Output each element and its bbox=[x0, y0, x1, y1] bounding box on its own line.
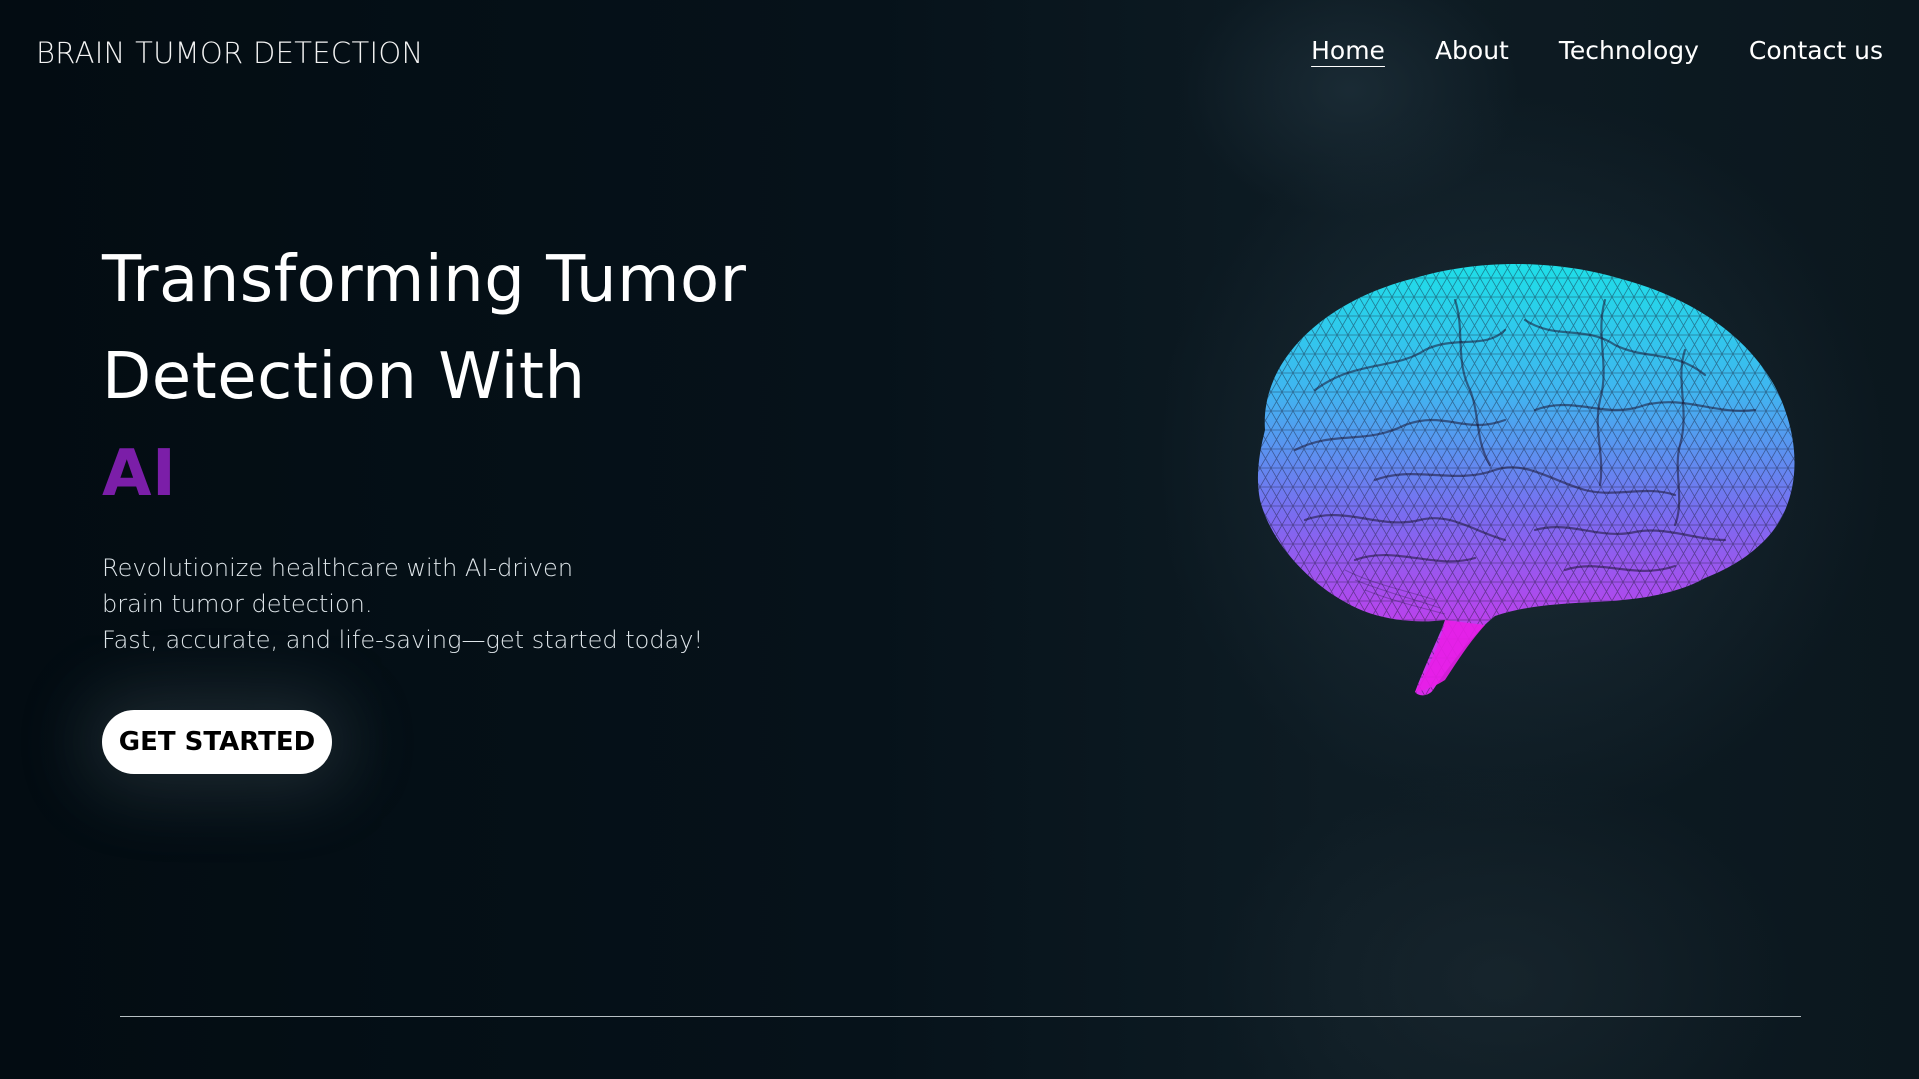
get-started-button[interactable]: GET STARTED bbox=[102, 710, 332, 774]
hero-title-line-2: Detection With bbox=[102, 340, 586, 414]
hero-title-accent: AI bbox=[102, 437, 177, 511]
hero-title-line-1: Transforming Tumor bbox=[102, 243, 747, 317]
hero-description: Revolutionize healthcare with AI-driven … bbox=[102, 550, 703, 658]
hero-desc-line-2: brain tumor detection. bbox=[102, 590, 373, 618]
nav-home[interactable]: Home bbox=[1311, 36, 1385, 65]
brain-image bbox=[1205, 240, 1825, 740]
hero-desc-line-3: Fast, accurate, and life-saving—get star… bbox=[102, 626, 704, 654]
hero-title: Transforming Tumor Detection With AI bbox=[102, 232, 746, 523]
wireframe-brain-icon bbox=[1257, 264, 1795, 696]
section-divider bbox=[120, 1016, 1801, 1017]
nav-contact[interactable]: Contact us bbox=[1749, 36, 1883, 65]
nav-technology[interactable]: Technology bbox=[1559, 36, 1699, 65]
hero-desc-line-1: Revolutionize healthcare with AI-driven bbox=[102, 554, 574, 582]
nav-about[interactable]: About bbox=[1435, 36, 1509, 65]
main-nav: Home About Technology Contact us bbox=[1311, 36, 1883, 65]
brand-logo-text[interactable]: BRAIN TUMOR DETECTION bbox=[36, 36, 423, 70]
